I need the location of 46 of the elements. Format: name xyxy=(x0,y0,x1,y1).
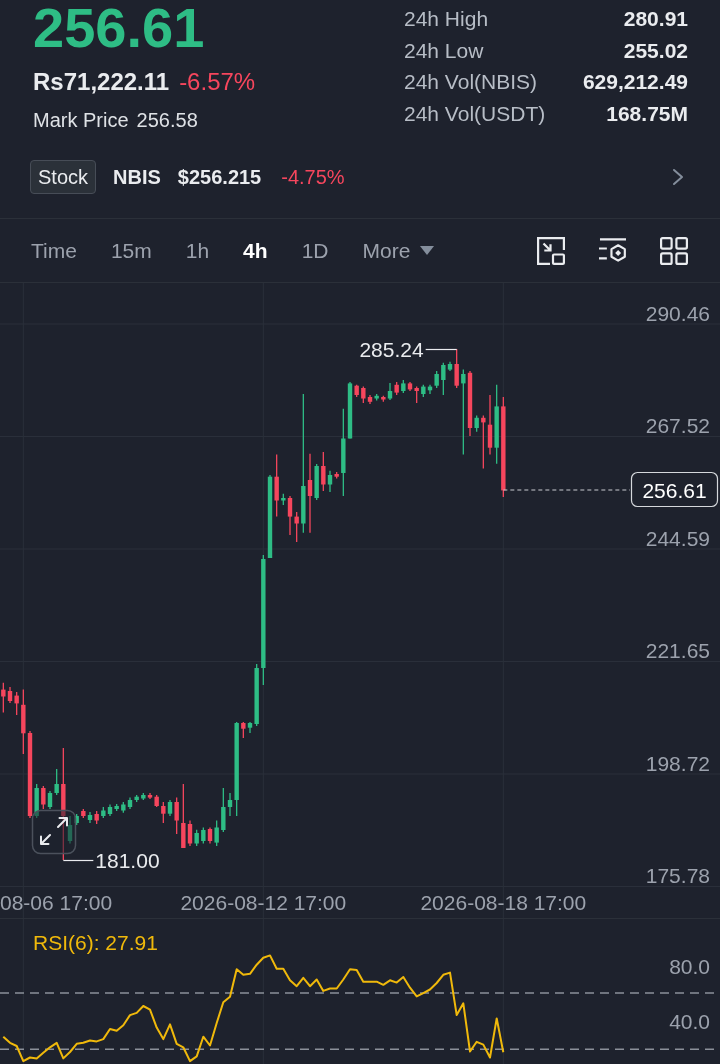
stat-value: 629,212.49 xyxy=(581,69,688,95)
price-axis-label: 175.78 xyxy=(645,864,710,887)
stock-tag: Stock xyxy=(30,160,97,194)
last-price-label: 256.61 xyxy=(630,471,719,508)
price-axis-label: 244.59 xyxy=(645,526,710,550)
rsi-title: RSI(6): 27.91 xyxy=(33,930,158,954)
rsi-axis-label: 40.0 xyxy=(669,1010,710,1034)
stat-value: 168.75M xyxy=(605,100,688,127)
time-axis-label: 08-06 17:00 xyxy=(0,890,113,914)
stock-price: $256.215 xyxy=(177,165,262,190)
price-change: -6.57% xyxy=(179,67,256,97)
grid-icon[interactable] xyxy=(660,236,688,265)
converted-price: Rs71,222.11 xyxy=(33,67,170,97)
stat-value: 255.02 xyxy=(622,37,688,64)
stat-label: 24h Vol(NBIS) xyxy=(404,69,539,95)
chevron-right-icon[interactable] xyxy=(672,168,684,186)
price-axis-label: 221.65 xyxy=(645,639,710,662)
leader-line xyxy=(62,859,94,862)
stat-value: 280.91 xyxy=(622,6,688,32)
rsi-axis-label: 80.0 xyxy=(669,955,710,978)
high-price-label: 285.24 xyxy=(359,338,424,361)
low-price-label: 181.00 xyxy=(95,849,160,872)
stat-label: 24h Vol(USDT) xyxy=(404,100,547,127)
last-price: 256.61 xyxy=(33,0,206,56)
interval-tab[interactable]: Time xyxy=(31,235,77,266)
stock-change: -4.75% xyxy=(281,165,345,190)
stat-label: 24h High xyxy=(404,6,490,32)
mark-price-value: 256.58 xyxy=(136,108,198,133)
caret-down-icon xyxy=(420,246,435,255)
interval-tab[interactable]: 1D xyxy=(301,235,329,266)
interval-tab[interactable]: 1h xyxy=(185,235,210,266)
leader-line xyxy=(425,348,458,351)
mark-price-label: Mark Price xyxy=(33,108,129,133)
price-axis-label: 267.52 xyxy=(645,414,710,437)
expand-icon[interactable] xyxy=(31,809,77,855)
stock-symbol: NBIS xyxy=(113,165,161,190)
more-menu-tab[interactable]: More xyxy=(362,235,435,266)
interval-tab[interactable]: 4h xyxy=(243,235,268,266)
arrow-to-corner-icon[interactable] xyxy=(537,236,565,265)
time-axis-label: 2026-08-12 17:00 xyxy=(180,890,347,914)
price-axis-label: 290.46 xyxy=(645,301,710,325)
time-axis-label: 2026-08-18 17:00 xyxy=(420,890,587,914)
interval-tab[interactable]: 15m xyxy=(110,235,152,266)
stat-label: 24h Low xyxy=(404,37,485,64)
settings-list-icon[interactable] xyxy=(599,238,626,263)
price-axis-label: 198.72 xyxy=(645,751,710,775)
